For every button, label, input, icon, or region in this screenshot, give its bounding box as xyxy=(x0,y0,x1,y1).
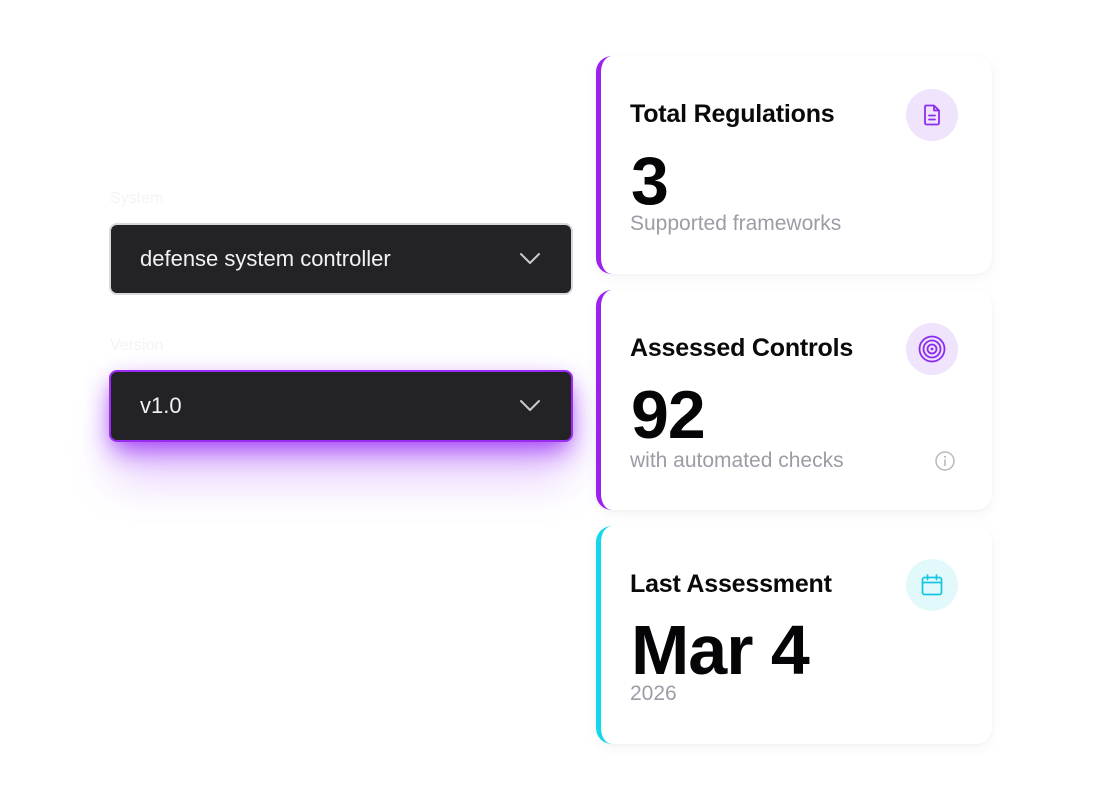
calendar-icon xyxy=(921,574,943,596)
card-value: Mar 4 xyxy=(631,611,810,689)
card-value: 3 xyxy=(631,143,669,219)
chevron-down-icon xyxy=(520,400,540,411)
card-value: 92 xyxy=(631,377,706,453)
total-regulations-card: Total Regulations 3 Supported frameworks xyxy=(596,56,992,274)
card-title: Total Regulations xyxy=(630,100,835,128)
card-subtitle: Supported frameworks xyxy=(630,212,842,235)
document-icon xyxy=(924,104,940,126)
chevron-down-icon xyxy=(520,253,540,264)
target-icon-badge xyxy=(906,323,958,375)
document-icon-badge xyxy=(906,89,958,141)
calendar-icon-badge xyxy=(906,559,958,611)
version-label: Version xyxy=(110,337,164,354)
system-select[interactable]: defense system controller xyxy=(109,223,573,295)
system-label: System xyxy=(110,190,164,207)
version-select-value: v1.0 xyxy=(140,393,182,418)
card-title: Assessed Controls xyxy=(630,334,854,362)
card-subtitle: with automated checks xyxy=(630,449,844,472)
target-icon xyxy=(918,335,946,363)
last-assessment-card: Last Assessment Mar 4 2026 xyxy=(596,526,992,744)
system-select-value: defense system controller xyxy=(140,246,391,271)
page: System defense system controller Version… xyxy=(0,0,1100,800)
info-icon[interactable] xyxy=(934,450,956,472)
card-title: Last Assessment xyxy=(630,570,832,598)
version-select[interactable]: v1.0 xyxy=(109,370,573,442)
assessed-controls-card: Assessed Controls 92 with automated chec… xyxy=(596,290,992,510)
card-subtitle: 2026 xyxy=(630,682,677,705)
